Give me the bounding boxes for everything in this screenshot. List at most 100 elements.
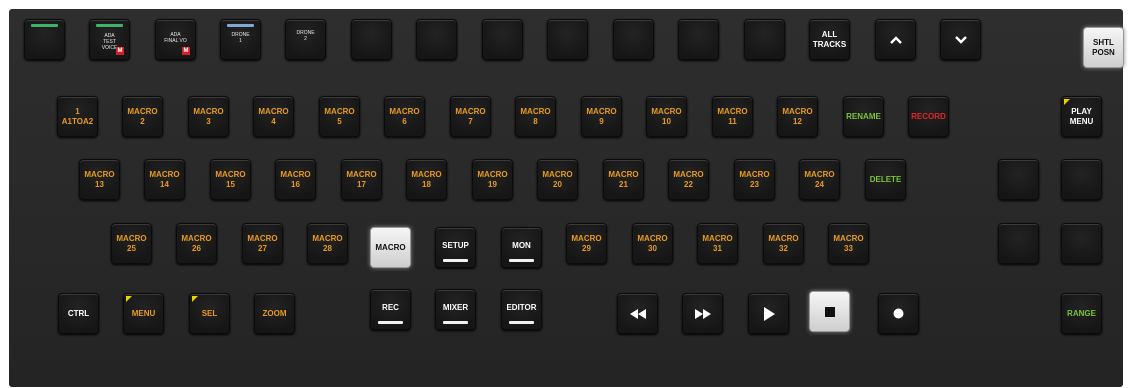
chevron-down-icon: [954, 35, 967, 44]
key-label: REC: [382, 302, 399, 312]
track-color-indicator: [227, 24, 254, 27]
key-label: MACRO 15: [215, 169, 246, 189]
key-label: MACRO 23: [739, 169, 770, 189]
key-label: MACRO 12: [782, 106, 813, 126]
macro-2-key[interactable]: MACRO 2: [122, 96, 163, 137]
macro-26-key[interactable]: MACRO 26: [176, 223, 217, 264]
macro-30-key[interactable]: MACRO 30: [632, 223, 673, 264]
blank-key-right-4[interactable]: [1061, 223, 1102, 264]
macro-16-key[interactable]: MACRO 16: [275, 159, 316, 200]
key-label: MACRO 4: [258, 106, 289, 126]
delete-key[interactable]: DELETE: [865, 159, 906, 200]
rewind-icon: [629, 308, 646, 319]
key-label: MACRO: [375, 242, 406, 252]
track-key-11[interactable]: [678, 19, 719, 60]
track-key-1[interactable]: [24, 19, 65, 60]
macro-17-key[interactable]: MACRO 17: [341, 159, 382, 200]
play-icon: [763, 306, 775, 321]
mixer-key[interactable]: MIXER: [435, 289, 476, 330]
macro-25-key[interactable]: MACRO 25: [111, 223, 152, 264]
rewind-key[interactable]: [617, 293, 658, 334]
macro-32-key[interactable]: MACRO 32: [763, 223, 804, 264]
rename-key[interactable]: RENAME: [843, 96, 884, 137]
key-label: DRONE 1: [231, 31, 250, 44]
macro-4-key[interactable]: MACRO 4: [253, 96, 294, 137]
key-label: RANGE: [1067, 308, 1096, 318]
range-key[interactable]: RANGE: [1061, 293, 1102, 334]
setup-key[interactable]: SETUP: [435, 227, 476, 268]
macro-24-key[interactable]: MACRO 24: [799, 159, 840, 200]
fast-forward-icon: [694, 308, 711, 319]
macro-23-key[interactable]: MACRO 23: [734, 159, 775, 200]
macro-3-key[interactable]: MACRO 3: [188, 96, 229, 137]
macro-22-key[interactable]: MACRO 22: [668, 159, 709, 200]
fast-forward-key[interactable]: [682, 293, 723, 334]
macro-19-key[interactable]: MACRO 19: [472, 159, 513, 200]
key-label: SHTL POSN: [1092, 37, 1115, 57]
macro-15-key[interactable]: MACRO 15: [210, 159, 251, 200]
active-underline: [443, 259, 468, 262]
key-label: MACRO 11: [717, 106, 748, 126]
macro-6-key[interactable]: MACRO 6: [384, 96, 425, 137]
track-key-ada-final-vo[interactable]: ADA FINAL VO M: [155, 19, 196, 60]
track-key-drone-2[interactable]: DRONE 2: [285, 19, 326, 60]
macro-18-key[interactable]: MACRO 18: [406, 159, 447, 200]
key-label: MACRO 29: [571, 233, 602, 253]
active-underline: [509, 321, 534, 324]
macro-21-key[interactable]: MACRO 21: [603, 159, 644, 200]
track-key-7[interactable]: [416, 19, 457, 60]
macro-20-key[interactable]: MACRO 20: [537, 159, 578, 200]
macro-5-key[interactable]: MACRO 5: [319, 96, 360, 137]
macro-29-key[interactable]: MACRO 29: [566, 223, 607, 264]
play-key[interactable]: [748, 293, 789, 334]
macro-11-key[interactable]: MACRO 11: [712, 96, 753, 137]
macro-12-key[interactable]: MACRO 12: [777, 96, 818, 137]
record-transport-key[interactable]: [878, 293, 919, 334]
track-key-10[interactable]: [613, 19, 654, 60]
key-label: MACRO 3: [193, 106, 224, 126]
macro-13-key[interactable]: MACRO 13: [79, 159, 120, 200]
track-key-9[interactable]: [547, 19, 588, 60]
key-label: ZOOM: [262, 308, 287, 318]
key-label: DRONE 2: [296, 29, 315, 42]
key-label: MACRO 33: [833, 233, 864, 253]
mute-badge: M: [182, 47, 190, 55]
key-label: MACRO 13: [84, 169, 115, 189]
scroll-down-key[interactable]: [940, 19, 981, 60]
record-key[interactable]: RECORD: [908, 96, 949, 137]
key-label: MACRO 28: [312, 233, 343, 253]
track-key-12[interactable]: [744, 19, 785, 60]
macro-14-key[interactable]: MACRO 14: [144, 159, 185, 200]
ctrl-key[interactable]: CTRL: [58, 293, 99, 334]
macro-9-key[interactable]: MACRO 9: [581, 96, 622, 137]
editor-key[interactable]: EDITOR: [501, 289, 542, 330]
macro-33-key[interactable]: MACRO 33: [828, 223, 869, 264]
scroll-up-key[interactable]: [875, 19, 916, 60]
macro-7-key[interactable]: MACRO 7: [450, 96, 491, 137]
macro-8-key[interactable]: MACRO 8: [515, 96, 556, 137]
play-menu-key[interactable]: PLAY MENU: [1061, 96, 1102, 137]
track-key-drone-1[interactable]: DRONE 1: [220, 19, 261, 60]
macro-mode-key[interactable]: MACRO: [370, 227, 411, 268]
track-key-ada-test-voice[interactable]: ADA TEST VOICE M: [89, 19, 130, 60]
track-key-6[interactable]: [351, 19, 392, 60]
macro-a1toa2-key[interactable]: 1 A1TOA2: [57, 96, 98, 137]
macro-31-key[interactable]: MACRO 31: [697, 223, 738, 264]
blank-key-right-2[interactable]: [1061, 159, 1102, 200]
blank-key-right-3[interactable]: [998, 223, 1039, 264]
macro-27-key[interactable]: MACRO 27: [242, 223, 283, 264]
all-tracks-key[interactable]: ALL TRACKS: [809, 19, 850, 60]
sel-key[interactable]: SEL: [189, 293, 230, 334]
macro-10-key[interactable]: MACRO 10: [646, 96, 687, 137]
macro-28-key[interactable]: MACRO 28: [307, 223, 348, 264]
track-key-8[interactable]: [482, 19, 523, 60]
rec-key[interactable]: REC: [370, 289, 411, 330]
menu-key[interactable]: MENU: [123, 293, 164, 334]
stop-key[interactable]: [809, 291, 850, 332]
shtl-posn-key[interactable]: SHTL POSN: [1083, 27, 1124, 68]
shift-corner-indicator: [126, 296, 132, 302]
mon-key[interactable]: MON: [501, 227, 542, 268]
zoom-key[interactable]: ZOOM: [254, 293, 295, 334]
keyboard-panel: ADA TEST VOICE M ADA FINAL VO M DRONE 1 …: [9, 9, 1124, 387]
blank-key-right-1[interactable]: [998, 159, 1039, 200]
